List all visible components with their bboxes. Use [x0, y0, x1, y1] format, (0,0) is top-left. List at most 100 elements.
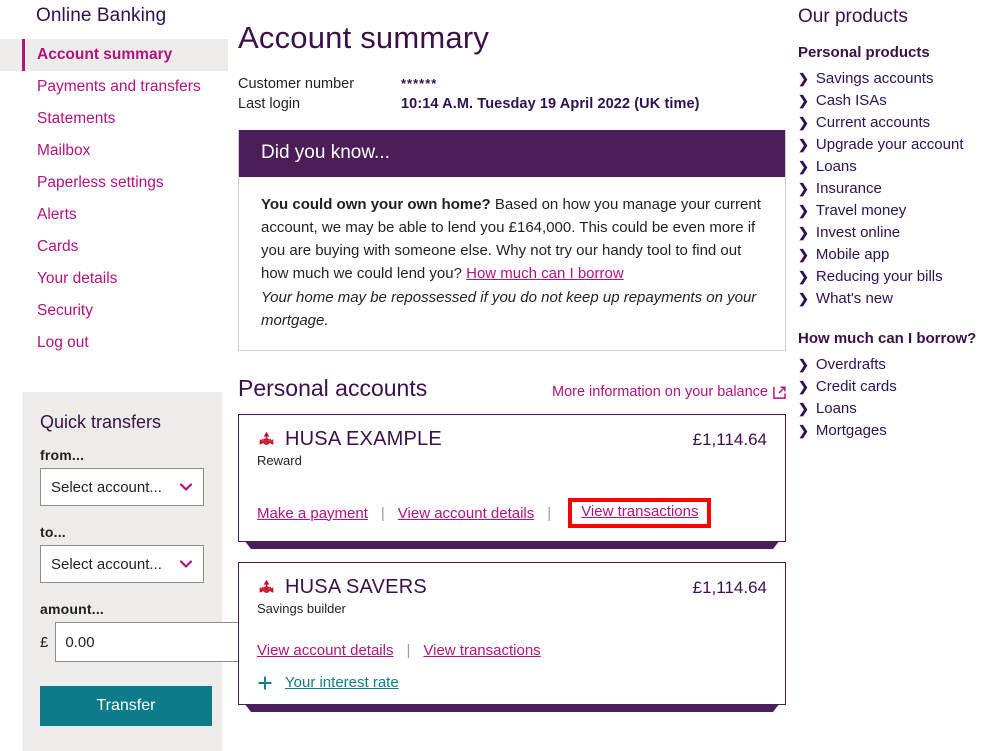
from-account-value: Select account... — [51, 478, 162, 496]
list-item[interactable]: ❯ Mortgages — [798, 420, 1001, 442]
list-item[interactable]: ❯ Upgrade your account — [798, 134, 1001, 156]
link-separator: | — [406, 642, 411, 659]
interest-rate-row[interactable]: Your interest rate — [257, 674, 767, 691]
chevron-right-icon: ❯ — [798, 357, 809, 372]
sidebar-item-your-details[interactable]: Your details — [0, 263, 228, 295]
borrow-link-loans[interactable]: Loans — [816, 399, 857, 419]
list-item[interactable]: ❯ Insurance — [798, 178, 1001, 200]
list-item[interactable]: ❯ Loans — [798, 398, 1001, 420]
list-item[interactable]: ❯ Overdrafts — [798, 354, 1001, 376]
amount-label: amount... — [40, 601, 105, 617]
product-link-mobile-app[interactable]: Mobile app — [816, 245, 889, 265]
sidebar-item-alerts[interactable]: Alerts — [0, 199, 228, 231]
chevron-right-icon: ❯ — [798, 181, 809, 196]
account-name: HUSA EXAMPLE — [285, 428, 442, 450]
left-sidebar: Online Banking Account summary Payments … — [0, 0, 275, 751]
from-account-select[interactable]: Select account... — [40, 468, 204, 506]
how-much-can-i-borrow-link[interactable]: How much can I borrow — [466, 265, 624, 282]
personal-accounts-header: Personal accounts More information on yo… — [238, 375, 786, 402]
product-link-loans[interactable]: Loans — [816, 157, 857, 177]
account-name-row: HUSA SAVERS — [257, 576, 427, 599]
list-item[interactable]: ❯ Cash ISAs — [798, 90, 1001, 112]
list-item[interactable]: ❯ Credit cards — [798, 376, 1001, 398]
transfer-button[interactable]: Transfer — [40, 686, 212, 726]
product-link-current-accounts[interactable]: Current accounts — [816, 113, 930, 133]
chevron-right-icon: ❯ — [798, 93, 809, 108]
list-item[interactable]: ❯ Travel money — [798, 200, 1001, 222]
currency-symbol: £ — [40, 633, 49, 651]
sidebar-item-statements[interactable]: Statements — [0, 103, 228, 135]
product-link-upgrade-your-account[interactable]: Upgrade your account — [816, 135, 964, 155]
account-card-top: HUSA EXAMPLE £1,114.64 — [257, 428, 767, 451]
product-link-cash-isas[interactable]: Cash ISAs — [816, 91, 887, 111]
link-separator: | — [547, 504, 552, 522]
external-link-icon — [773, 385, 786, 399]
list-item[interactable]: ❯ Reducing your bills — [798, 266, 1001, 288]
did-you-know-panel: Did you know... You could own your own h… — [238, 130, 786, 351]
chevron-right-icon: ❯ — [798, 269, 809, 284]
more-information-on-balance-link[interactable]: More information on your balance — [552, 384, 786, 400]
list-item[interactable]: ❯ Current accounts — [798, 112, 1001, 134]
product-link-savings-accounts[interactable]: Savings accounts — [816, 69, 934, 89]
sidebar-item-cards[interactable]: Cards — [0, 231, 228, 263]
product-link-whats-new[interactable]: What's new — [816, 289, 893, 309]
sidebar-item-log-out[interactable]: Log out — [0, 327, 228, 359]
product-link-travel-money[interactable]: Travel money — [816, 201, 906, 221]
account-card-top: HUSA SAVERS £1,114.64 — [257, 576, 767, 599]
product-link-invest-online[interactable]: Invest online — [816, 223, 900, 243]
view-transactions-link[interactable]: View transactions — [581, 499, 698, 524]
sidebar-item-payments-and-transfers[interactable]: Payments and transfers — [0, 71, 228, 103]
account-meta: Customer number ****** Last login 10:14 … — [238, 74, 786, 114]
personal-products-heading: Personal products — [798, 44, 930, 61]
brand-title: Online Banking — [36, 5, 167, 26]
view-transactions-link[interactable]: View transactions — [423, 638, 540, 663]
recycle-icon — [259, 431, 274, 445]
sidebar-item-paperless-settings[interactable]: Paperless settings — [0, 167, 228, 199]
our-products-title: Our products — [798, 6, 908, 27]
chevron-down-icon — [179, 560, 193, 568]
list-item[interactable]: ❯ Loans — [798, 156, 1001, 178]
chevron-right-icon: ❯ — [798, 291, 809, 306]
borrow-link-overdrafts[interactable]: Overdrafts — [816, 355, 886, 375]
link-separator: | — [380, 504, 385, 522]
page-title: Account summary — [238, 20, 490, 55]
main-content: Account summary Customer number ****** L… — [238, 0, 786, 725]
borrow-link-mortgages[interactable]: Mortgages — [816, 421, 887, 441]
last-login-row: Last login 10:14 A.M. Tuesday 19 April 2… — [238, 94, 786, 114]
your-interest-rate-link[interactable]: Your interest rate — [285, 674, 399, 691]
list-item[interactable]: ❯ Mobile app — [798, 244, 1001, 266]
chevron-right-icon: ❯ — [798, 137, 809, 152]
product-link-insurance[interactable]: Insurance — [816, 179, 882, 199]
view-account-details-link[interactable]: View account details — [398, 501, 534, 526]
borrow-link-credit-cards[interactable]: Credit cards — [816, 377, 897, 397]
to-account-select[interactable]: Select account... — [40, 545, 204, 583]
amount-row: £ — [40, 622, 275, 662]
chevron-right-icon: ❯ — [798, 379, 809, 394]
sidebar-item-security[interactable]: Security — [0, 295, 228, 327]
did-you-know-lead: You could own your own home? — [261, 196, 491, 213]
account-card-husa-savers: HUSA SAVERS £1,114.64 Savings builder Vi… — [238, 562, 786, 705]
online-banking-page: Online Banking Account summary Payments … — [0, 0, 1001, 751]
did-you-know-body: You could own your own home? Based on ho… — [239, 177, 785, 350]
chevron-right-icon: ❯ — [798, 115, 809, 130]
chevron-right-icon: ❯ — [798, 401, 809, 416]
view-account-details-link[interactable]: View account details — [257, 638, 393, 663]
personal-products-list: ❯ Savings accounts ❯ Cash ISAs ❯ Current ac… — [798, 68, 1001, 310]
primary-nav: Account summary Payments and transfers S… — [0, 39, 228, 359]
sidebar-item-account-summary[interactable]: Account summary — [0, 39, 228, 71]
chevron-right-icon: ❯ — [798, 203, 809, 218]
plus-icon — [258, 676, 272, 689]
make-a-payment-link[interactable]: Make a payment — [257, 501, 368, 526]
chevron-right-icon: ❯ — [798, 225, 809, 240]
sidebar-item-mailbox[interactable]: Mailbox — [0, 135, 228, 167]
list-item[interactable]: ❯ Savings accounts — [798, 68, 1001, 90]
account-card-husa-example: HUSA EXAMPLE £1,114.64 Reward Make a pay… — [238, 414, 786, 542]
product-link-reducing-your-bills[interactable]: Reducing your bills — [816, 267, 943, 287]
from-label: from... — [40, 447, 85, 463]
chevron-right-icon: ❯ — [798, 159, 809, 174]
customer-number-label: Customer number — [238, 76, 355, 92]
chevron-down-icon — [179, 483, 193, 491]
did-you-know-heading: Did you know... — [239, 130, 785, 177]
list-item[interactable]: ❯ What's new — [798, 288, 1001, 310]
list-item[interactable]: ❯ Invest online — [798, 222, 1001, 244]
